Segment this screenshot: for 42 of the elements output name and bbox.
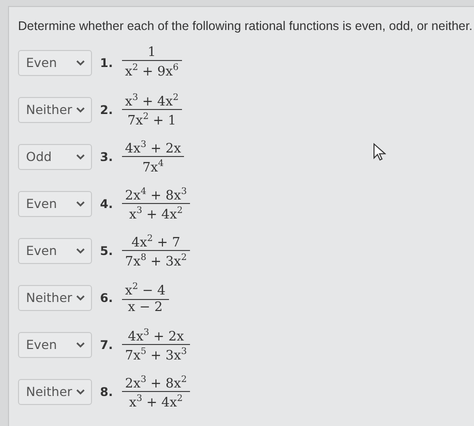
denominator: x$^{3}$ + 4x$^{2}$: [128, 205, 184, 222]
answer-dropdown[interactable]: Neither: [18, 96, 92, 122]
problem-number: 8.: [100, 384, 114, 398]
problem-number: 3.: [100, 150, 114, 164]
problem-number: 1.: [100, 56, 114, 70]
chevron-icon: [76, 248, 85, 254]
problem-number: 7.: [100, 338, 114, 352]
denominator: x$^{2}$ + 9x$^{6}$: [124, 62, 180, 80]
chevron-icon: [76, 60, 85, 66]
answer-dropdown[interactable]: Even: [18, 238, 92, 264]
chevron-icon: [76, 200, 85, 206]
chevron-icon: [76, 106, 85, 112]
answer-dropdown[interactable]: Even: [18, 190, 92, 216]
numerator: 4x$^{3}$ + 2x: [124, 138, 182, 156]
chevron-icon: [76, 294, 85, 300]
numerator: x$^{2}$ − 4: [124, 281, 167, 299]
numerator: 4x$^{2}$ + 7: [130, 232, 182, 250]
numerator: 1: [146, 45, 157, 60]
answer-dropdown[interactable]: Even: [18, 332, 92, 358]
answer-dropdown[interactable]: Odd: [18, 144, 92, 170]
answer-dropdown[interactable]: Neither: [18, 284, 92, 310]
numerator: x$^{3}$ + 4x$^{2}$: [124, 92, 180, 109]
numerator: 2x$^{4}$ + 8x$^{3}$: [124, 186, 188, 203]
answer-dropdown[interactable]: Even: [18, 50, 92, 76]
numerator: 4x$^{3}$ + 2x: [126, 326, 185, 344]
denominator: 7x$^{5}$ + 3x$^{3}$: [124, 346, 188, 364]
chevron-icon: [76, 342, 85, 348]
cursor-icon: [373, 143, 386, 161]
problem-number: 5.: [100, 244, 114, 258]
chevron-icon: [76, 388, 85, 394]
denominator: 7x$^{8}$ + 3x$^{2}$: [124, 252, 188, 270]
problem-number: 6.: [100, 290, 114, 304]
denominator: x − 2: [126, 300, 164, 315]
numerator: 2x$^{3}$ + 8x$^{2}$: [124, 374, 188, 391]
denominator: x$^{3}$ + 4x$^{2}$: [128, 393, 184, 410]
problem-number: 2.: [100, 102, 114, 116]
problem-number: 4.: [100, 196, 114, 210]
instructions-text: Determine whether each of the following rational functions is even, odd, or neither.: [18, 19, 474, 33]
denominator: 7x$^{2}$ + 1: [126, 111, 178, 128]
denominator: 7x$^{4}$: [141, 158, 165, 176]
answer-dropdown[interactable]: Neither: [18, 378, 92, 404]
chevron-icon: [76, 154, 85, 160]
